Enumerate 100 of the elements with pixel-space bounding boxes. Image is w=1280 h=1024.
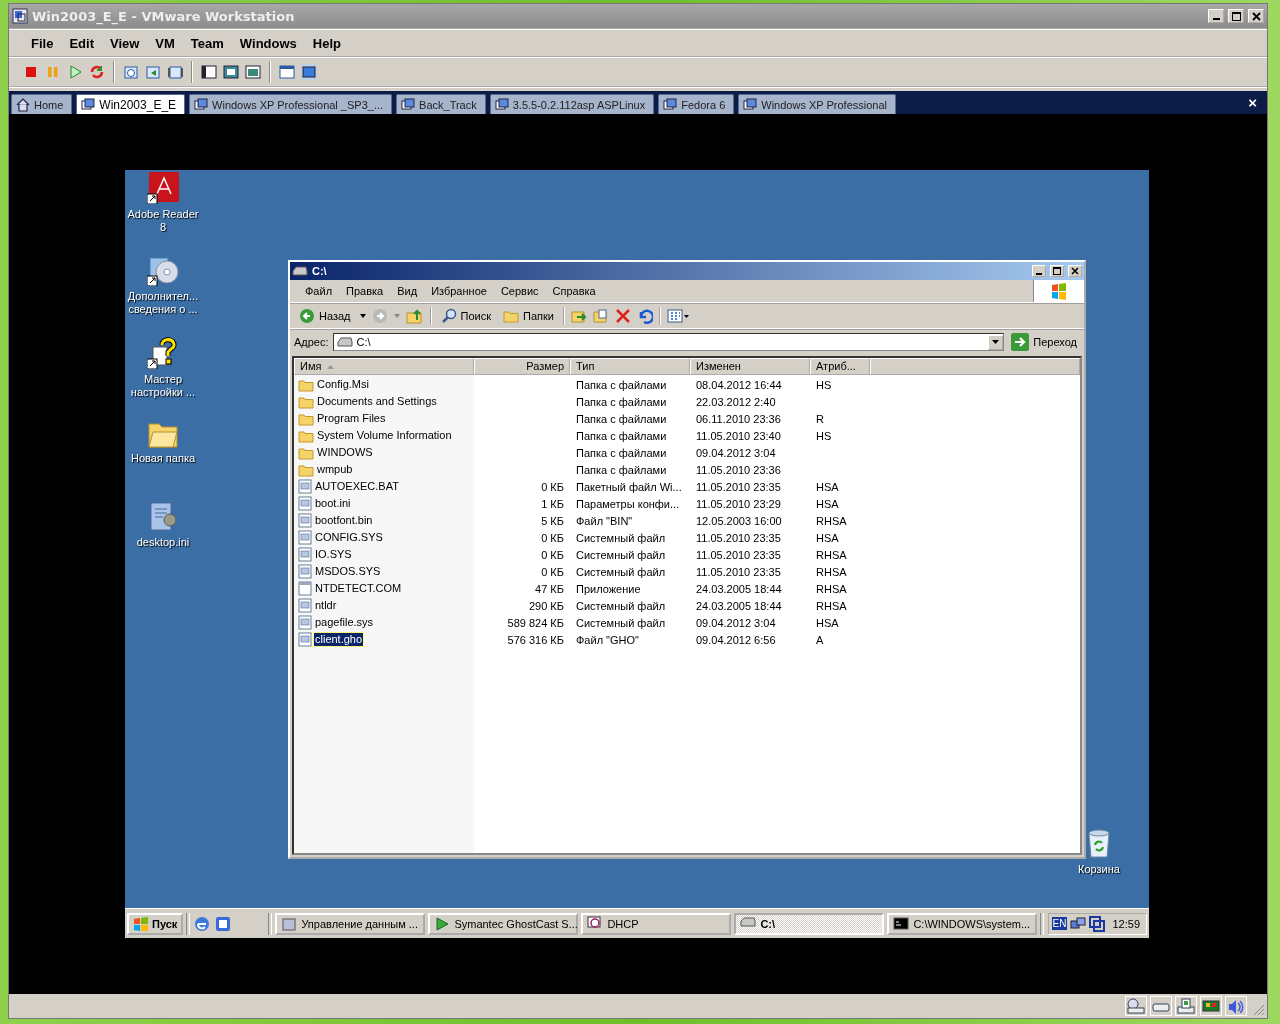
snapshot-icon[interactable] — [123, 64, 139, 80]
folders-button[interactable]: Папки — [500, 308, 557, 324]
file-name[interactable]: IO.SYS — [314, 548, 353, 561]
vmware-tools-icon[interactable] — [1089, 915, 1106, 932]
go-button[interactable]: Переход — [1008, 332, 1080, 352]
app-window-icon[interactable] — [214, 914, 233, 933]
maximize-button[interactable] — [1228, 9, 1244, 23]
network-card-icon[interactable] — [1200, 996, 1222, 1016]
taskbar-button[interactable]: Управление данным ... — [275, 912, 426, 935]
desktop-icon-label[interactable]: desktop.ini — [136, 536, 190, 549]
vm-tab[interactable]: Fedora 6 — [658, 94, 735, 114]
play-icon[interactable] — [67, 64, 83, 80]
snapshot-manager-icon[interactable] — [167, 64, 183, 80]
network-icon[interactable] — [1070, 915, 1087, 932]
recycle-bin-icon[interactable] — [1086, 827, 1112, 859]
desktop-icon-label[interactable]: Корзина — [1078, 863, 1120, 875]
file-name[interactable]: NTDETECT.COM — [314, 582, 403, 595]
file-name[interactable]: MSDOS.SYS — [314, 565, 382, 578]
file-name[interactable]: System Volume Information — [316, 429, 453, 442]
settings-file-icon[interactable] — [148, 500, 178, 532]
floppy-drive-icon[interactable] — [1175, 996, 1197, 1016]
move-to-folder-icon[interactable] — [570, 308, 587, 324]
reset-icon[interactable] — [89, 64, 105, 80]
dropdown-caret-icon[interactable] — [359, 314, 366, 318]
vm-tab[interactable]: Back_Track — [396, 94, 486, 114]
column-header[interactable]: Имя — [294, 358, 474, 375]
file-name[interactable]: Program Files — [316, 412, 387, 425]
search-button[interactable]: Поиск — [437, 307, 494, 325]
close-tab-button[interactable]: × — [1240, 94, 1265, 111]
file-name[interactable]: boot.ini — [314, 497, 352, 510]
taskbar-button[interactable]: DHCP — [581, 912, 732, 935]
column-header[interactable]: Изменен — [690, 358, 810, 375]
folder-up-icon[interactable] — [405, 308, 424, 324]
folder-icon[interactable] — [147, 420, 179, 448]
file-name[interactable]: CONFIG.SYS — [314, 531, 384, 544]
modified-date: 11.05.2010 23:36 — [696, 463, 781, 476]
vm-tab[interactable]: Win2003_E_E — [76, 94, 186, 114]
file-name[interactable]: pagefile.sys — [314, 616, 375, 629]
menu-item[interactable]: File — [23, 35, 62, 51]
fit-window-icon[interactable] — [245, 64, 261, 80]
vm-tab[interactable]: 3.5.5-0.2.112asp ASPLinux — [489, 94, 655, 114]
file-name[interactable]: AUTOEXEC.BAT — [314, 480, 400, 493]
taskbar-button[interactable]: C:\WINDOWS\system... — [887, 912, 1038, 935]
column-header[interactable]: Размер — [474, 358, 570, 375]
column-header[interactable]: Тип — [570, 358, 690, 375]
menu-item[interactable]: Правка — [339, 285, 391, 297]
close-button[interactable] — [1248, 9, 1264, 23]
menu-item[interactable]: Windows — [231, 35, 305, 51]
revert-snapshot-icon[interactable] — [145, 64, 161, 80]
disc-icon[interactable] — [147, 254, 179, 286]
menu-item[interactable]: Файл — [298, 285, 340, 297]
stop-icon[interactable] — [23, 64, 39, 80]
maximize-button[interactable] — [1050, 265, 1064, 277]
minimize-button[interactable] — [1032, 265, 1046, 277]
copy-to-folder-icon[interactable] — [592, 308, 609, 324]
file-name[interactable]: WINDOWS — [316, 446, 374, 459]
file-name[interactable]: bootfont.bin — [314, 514, 374, 527]
menu-item[interactable]: VM — [147, 35, 183, 51]
start-button[interactable]: Пуск — [127, 912, 184, 935]
dropdown-button[interactable] — [988, 334, 1004, 350]
speaker-icon[interactable] — [1225, 996, 1247, 1016]
taskbar-button[interactable]: C:\ — [734, 912, 885, 935]
menu-item[interactable]: Сервис — [493, 285, 546, 297]
delete-icon[interactable] — [614, 308, 631, 324]
file-name[interactable]: Documents and Settings — [316, 395, 438, 408]
menu-item[interactable]: Вид — [390, 285, 425, 297]
help-wizard-icon[interactable] — [147, 337, 179, 369]
column-header[interactable]: Атриб... — [810, 358, 870, 375]
file-name[interactable]: wmpub — [316, 463, 354, 476]
menu-item[interactable]: Edit — [61, 35, 102, 51]
browser-e-icon[interactable] — [193, 914, 212, 933]
menu-item[interactable]: Help — [304, 35, 349, 51]
vm-tab[interactable]: Windows XP Professional _SP3_... — [189, 94, 393, 114]
resize-grip-icon[interactable] — [1253, 1004, 1265, 1016]
console-view-icon[interactable] — [279, 64, 295, 80]
desktop-icon-label[interactable]: Дополнител... сведения о ... — [123, 290, 203, 316]
menu-item[interactable]: View — [101, 35, 148, 51]
close-button[interactable] — [1068, 265, 1082, 277]
file-name[interactable]: client.gho — [314, 633, 364, 646]
vm-tab[interactable]: Home — [11, 94, 73, 114]
address-bar[interactable]: C:\ — [332, 333, 1005, 351]
desktop-icon-label[interactable]: Новая папка — [130, 452, 196, 465]
back-button[interactable]: Назад — [296, 307, 354, 325]
sidebar-view-icon[interactable] — [201, 64, 217, 80]
taskbar-button[interactable]: Symantec GhostCast S... — [428, 912, 579, 935]
menu-item[interactable]: Справка — [545, 285, 603, 297]
pdf-document-icon[interactable] — [147, 172, 179, 204]
views-menu-icon[interactable] — [666, 309, 689, 323]
desktop-icon-label[interactable]: Adobe Reader 8 — [123, 208, 203, 234]
minimize-button[interactable] — [1208, 9, 1224, 23]
file-name[interactable]: ntldr — [314, 599, 338, 612]
language-indicator[interactable]: EN — [1051, 917, 1068, 930]
menu-item[interactable]: Избранное — [424, 285, 494, 297]
quick-switch-icon[interactable] — [301, 64, 317, 80]
vm-tab[interactable]: Windows XP Professional — [738, 94, 897, 114]
desktop-icon-label[interactable]: Мастер настройки ... — [123, 373, 203, 399]
file-name[interactable]: Config.Msi — [316, 378, 370, 391]
menu-item[interactable]: Team — [182, 35, 232, 51]
cd-drive-icon[interactable] — [1125, 996, 1147, 1016]
full-screen-icon[interactable] — [223, 64, 239, 80]
